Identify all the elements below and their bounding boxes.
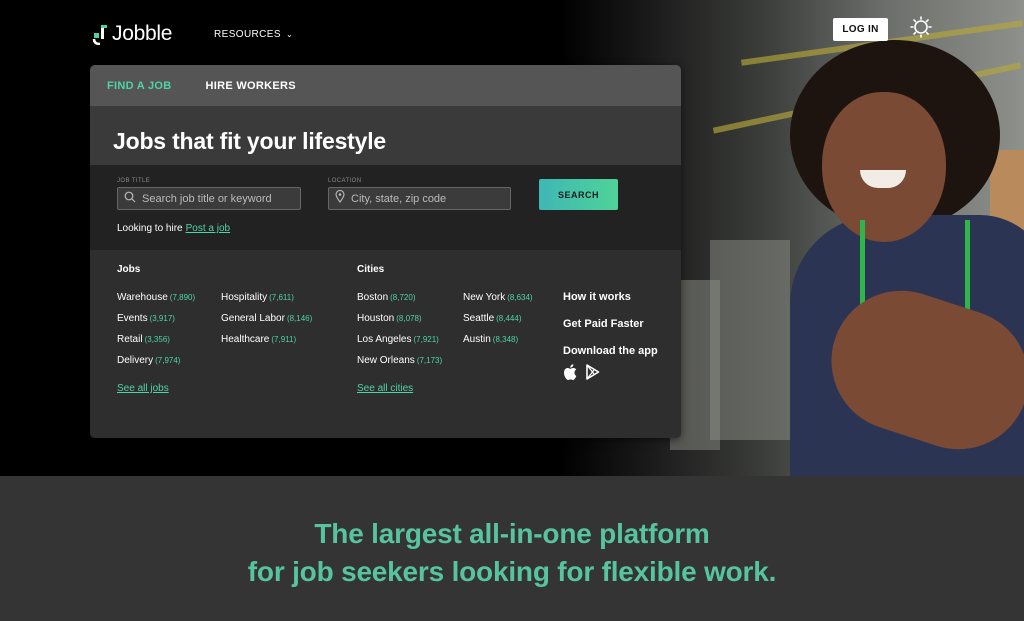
job-title-input[interactable] xyxy=(142,192,282,205)
hero-section: Jobble RESOURCES ⌄ LOG IN FIND A JOB HIR… xyxy=(0,0,1024,476)
sun-icon[interactable] xyxy=(910,16,932,38)
job-link-hospitality[interactable]: Hospitality (7,611) xyxy=(221,292,294,303)
cities-heading: Cities xyxy=(357,264,385,275)
tagline-line-1: The largest all-in-one platform xyxy=(314,518,710,549)
jobs-heading: Jobs xyxy=(117,264,141,275)
get-paid-faster-link[interactable]: Get Paid Faster xyxy=(563,318,644,330)
city-link-boston[interactable]: Boston (8,720) xyxy=(357,292,416,303)
city-link-los-angeles[interactable]: Los Angeles (7,921) xyxy=(357,334,439,345)
login-button[interactable]: LOG IN xyxy=(833,18,888,41)
panel-tabs: FIND A JOB HIRE WORKERS xyxy=(90,65,681,106)
location-label: LOCATION xyxy=(328,178,362,184)
job-link-warehouse[interactable]: Warehouse (7,890) xyxy=(117,292,195,303)
tab-find-a-job[interactable]: FIND A JOB xyxy=(107,80,172,92)
job-link-events[interactable]: Events (3,917) xyxy=(117,313,175,324)
city-link-new-york[interactable]: New York (8,634) xyxy=(463,292,533,303)
search-area: JOB TITLE LOCATION SEARCH Looking to hir… xyxy=(90,165,681,250)
app-store-icons xyxy=(563,364,600,385)
apple-icon[interactable] xyxy=(563,364,577,385)
download-app-label: Download the app xyxy=(563,345,658,357)
google-play-icon[interactable] xyxy=(586,364,600,385)
chevron-down-icon: ⌄ xyxy=(285,30,294,39)
location-pin-icon xyxy=(335,189,345,208)
jobble-logo[interactable]: Jobble xyxy=(92,22,172,46)
job-title-label: JOB TITLE xyxy=(117,178,151,184)
search-icon xyxy=(124,190,136,208)
job-link-retail[interactable]: Retail (3,356) xyxy=(117,334,170,345)
location-field xyxy=(328,187,511,210)
job-search-panel: FIND A JOB HIRE WORKERS Jobs that fit yo… xyxy=(90,65,681,438)
job-link-general-labor[interactable]: General Labor (8,146) xyxy=(221,313,312,324)
tagline-line-2: for job seekers looking for flexible wor… xyxy=(247,556,777,587)
city-link-new-orleans[interactable]: New Orleans (7,173) xyxy=(357,355,442,366)
job-link-healthcare[interactable]: Healthcare (7,911) xyxy=(221,334,296,345)
resources-menu[interactable]: RESOURCES ⌄ xyxy=(214,29,293,40)
city-link-austin[interactable]: Austin (8,348) xyxy=(463,334,518,345)
browse-lists: Jobs Warehouse (7,890) Events (3,917) Reta… xyxy=(90,250,681,438)
hire-line: Looking to hire Post a job xyxy=(117,223,230,234)
hire-text: Looking to hire xyxy=(117,223,183,234)
headline-area: Jobs that fit your lifestyle xyxy=(90,106,681,165)
logo-mark-icon xyxy=(92,23,108,45)
city-link-seattle[interactable]: Seattle (8,444) xyxy=(463,313,522,324)
post-a-job-link[interactable]: Post a job xyxy=(186,223,230,234)
job-title-field xyxy=(117,187,301,210)
tab-hire-workers[interactable]: HIRE WORKERS xyxy=(206,80,296,92)
search-button[interactable]: SEARCH xyxy=(539,179,618,210)
logo-text: Jobble xyxy=(112,22,173,45)
how-it-works-link[interactable]: How it works xyxy=(563,291,631,303)
resources-label: RESOURCES xyxy=(214,29,281,40)
see-all-cities-link[interactable]: See all cities xyxy=(357,383,413,394)
tagline-band: The largest all-in-one platform for job … xyxy=(0,476,1024,621)
page-title: Jobs that fit your lifestyle xyxy=(113,128,387,154)
see-all-jobs-link[interactable]: See all jobs xyxy=(117,383,169,394)
job-link-delivery[interactable]: Delivery (7,974) xyxy=(117,355,180,366)
city-link-houston[interactable]: Houston (8,078) xyxy=(357,313,422,324)
location-input[interactable] xyxy=(351,192,491,205)
